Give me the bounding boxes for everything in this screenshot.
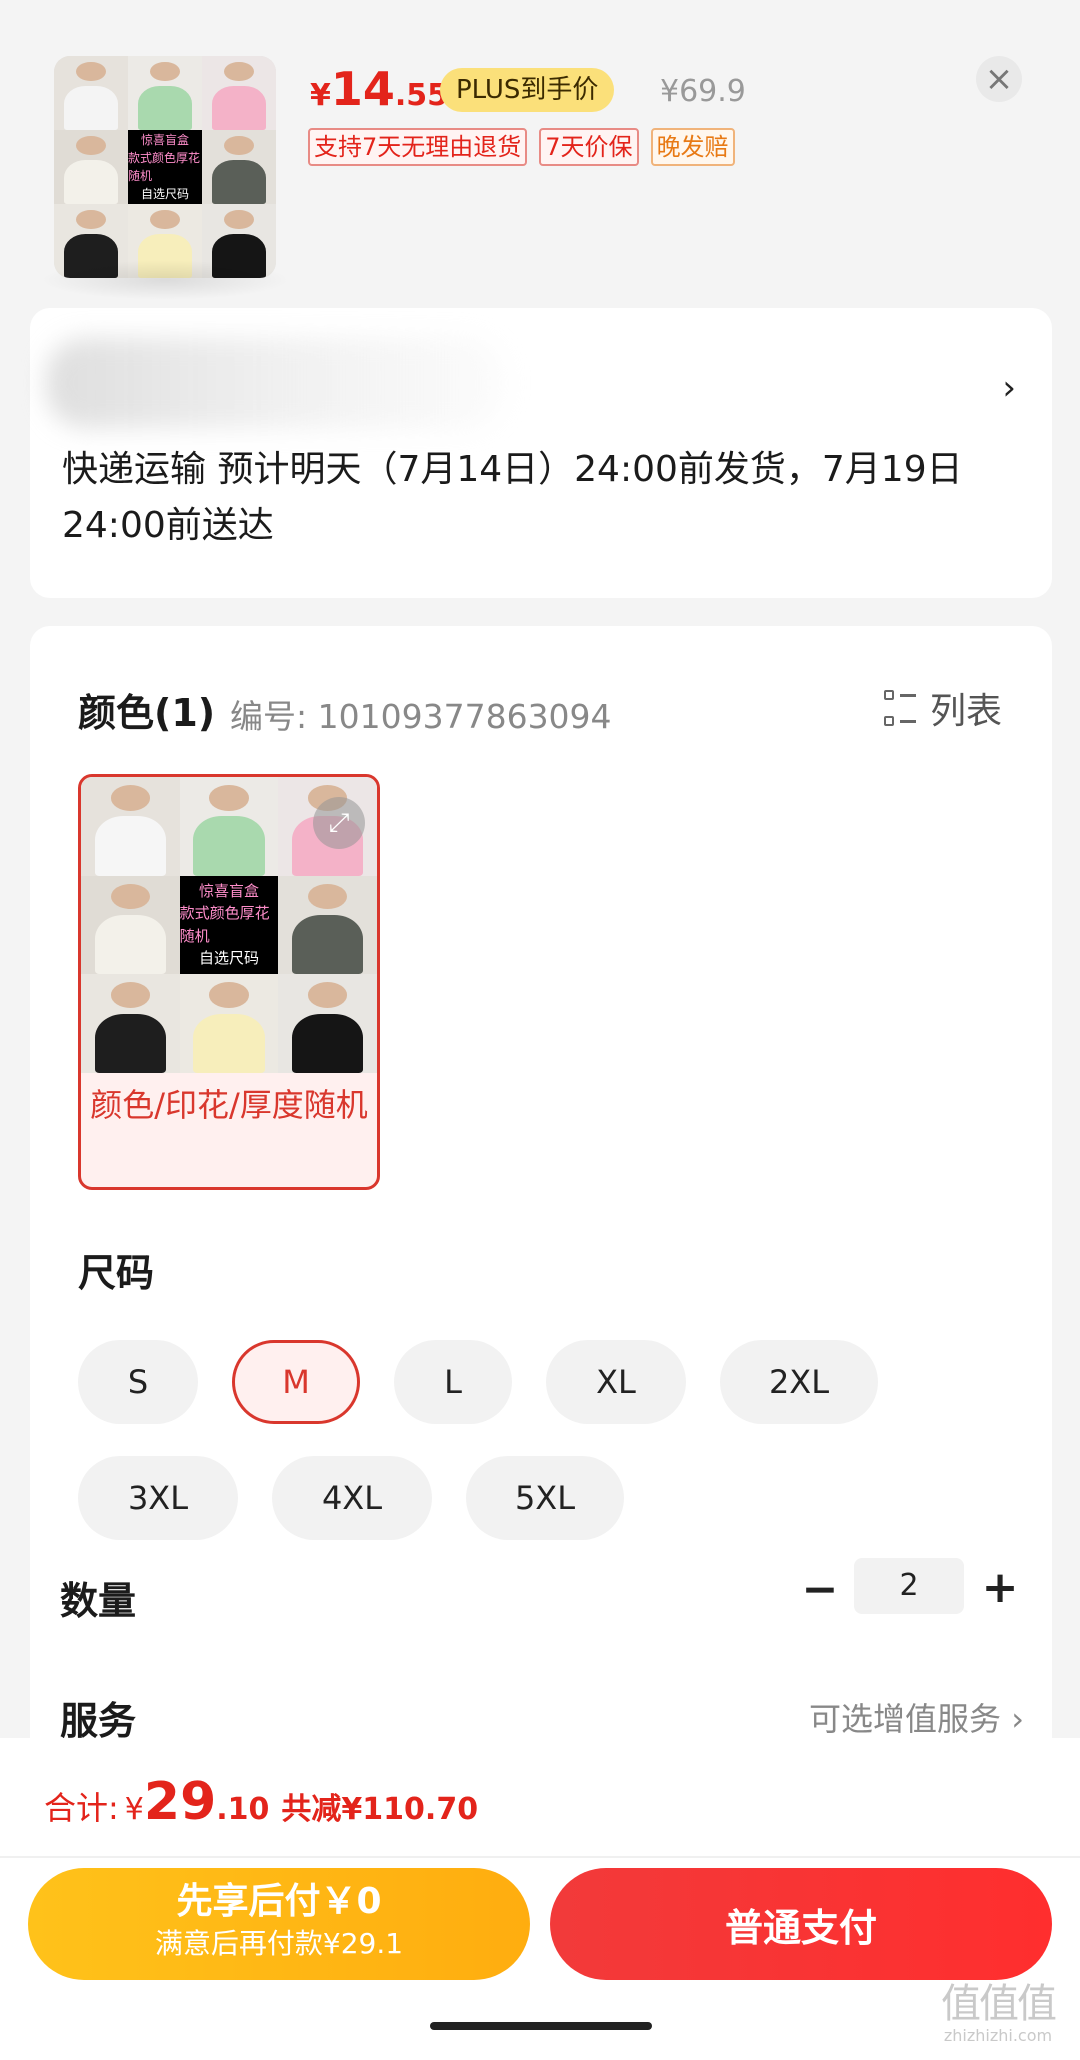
size-chip-2xl[interactable]: 2XL (720, 1340, 878, 1424)
sku-code: 编号: 10109377863094 (230, 697, 612, 736)
address-card[interactable]: › 快递运输 预计明天（7月14日）24:00前发货，7月19日24:00前送达 (30, 308, 1052, 598)
product-thumbnail[interactable]: 惊喜盲盒 款式颜色厚花随机 自选尺码 (54, 56, 276, 278)
watermark-logo: 值值值 (941, 1981, 1057, 2027)
size-chip-xl[interactable]: XL (546, 1340, 686, 1424)
tag-price-protect: 7天价保 (539, 128, 639, 166)
chevron-right-icon[interactable]: › (1002, 368, 1016, 408)
pay-later-button[interactable]: 先享后付￥0 满意后再付款¥29.1 (28, 1868, 530, 1980)
list-icon (883, 690, 916, 726)
watermark: 值值值 zhizhizhi.com (928, 1982, 1068, 2045)
checkout-bar: 合计: ¥ 29 .10 共减¥110.70 先享后付￥0 满意后再付款¥29.… (0, 1738, 1080, 2060)
size-chip-m[interactable]: M (232, 1340, 360, 1424)
delivery-estimate: 快递运输 预计明天（7月14日）24:00前发货，7月19日24:00前送达 (62, 449, 963, 546)
plus-price-badge: PLUS到手价 (440, 68, 615, 112)
address-blurred (46, 338, 506, 428)
purchase-sheet: 惊喜盲盒 款式颜色厚花随机 自选尺码 ¥ 14 .55 PLUS到手价 ¥69.… (0, 0, 1080, 2060)
total-int: 29 (143, 1772, 217, 1832)
quantity-stepper: 数量 − 2 + (0, 1558, 1080, 1640)
total-dec: .10 (216, 1792, 270, 1827)
expand-icon[interactable]: ⤢ (313, 797, 365, 849)
tag-return: 支持7天无理由退货 (308, 128, 528, 166)
quantity-title: 数量 (60, 1579, 137, 1623)
list-label: 列表 (929, 691, 1002, 732)
close-button[interactable]: × (976, 56, 1022, 102)
color-option-label: 颜色/印花/厚度随机 (90, 1086, 368, 1124)
close-icon: × (984, 59, 1014, 99)
size-chip-3xl[interactable]: 3XL (78, 1456, 238, 1540)
thumbnail-caption: 惊喜盲盒 款式颜色厚花随机 自选尺码 (128, 130, 202, 204)
quantity-plus-button[interactable]: + (980, 1562, 1020, 1613)
total-currency: ¥ (124, 1792, 144, 1827)
size-chip-5xl[interactable]: 5XL (466, 1456, 624, 1540)
normal-pay-button[interactable]: 普通支付 (550, 1868, 1052, 1980)
color-title: 颜色(1) (78, 691, 216, 735)
home-indicator (430, 2022, 652, 2030)
size-chip-l[interactable]: L (394, 1340, 512, 1424)
quantity-input[interactable]: 2 (854, 1558, 964, 1614)
tag-late-delivery: 晚发赔 (650, 128, 735, 166)
color-option[interactable]: 惊喜盲盒 款式颜色厚花随机 自选尺码 ⤢ 颜色/印花/厚度随机 (78, 774, 380, 1190)
order-total: 合计: ¥ 29 .10 共减¥110.70 (44, 1772, 478, 1832)
value-added-service-link[interactable]: 可选增值服务 › (809, 1694, 1024, 1740)
quantity-minus-button[interactable]: − (800, 1564, 840, 1615)
list-view-toggle[interactable]: 列表 (883, 682, 1002, 734)
divider (0, 1856, 1080, 1858)
sale-price: ¥ 14 .55 (310, 62, 449, 116)
original-price: ¥69.9 (660, 74, 746, 109)
size-chip-s[interactable]: S (78, 1340, 198, 1424)
thumbnail-collage: 惊喜盲盒 款式颜色厚花随机 自选尺码 (54, 56, 276, 278)
size-title: 尺码 (78, 1251, 155, 1295)
pay-later-title: 先享后付￥0 (176, 1881, 382, 1922)
size-chip-4xl[interactable]: 4XL (272, 1456, 432, 1540)
total-label: 合计: (44, 1789, 119, 1827)
thumbnail-shadow (40, 260, 290, 300)
service-tags: 支持7天无理由退货 7天价保 晚发赔 (308, 128, 735, 166)
pay-later-subtitle: 满意后再付款¥29.1 (154, 1927, 404, 1960)
service-title: 服务 (60, 1699, 137, 1743)
watermark-text: zhizhizhi.com (943, 2026, 1053, 2045)
total-discount: 共减¥110.70 (281, 1792, 479, 1827)
